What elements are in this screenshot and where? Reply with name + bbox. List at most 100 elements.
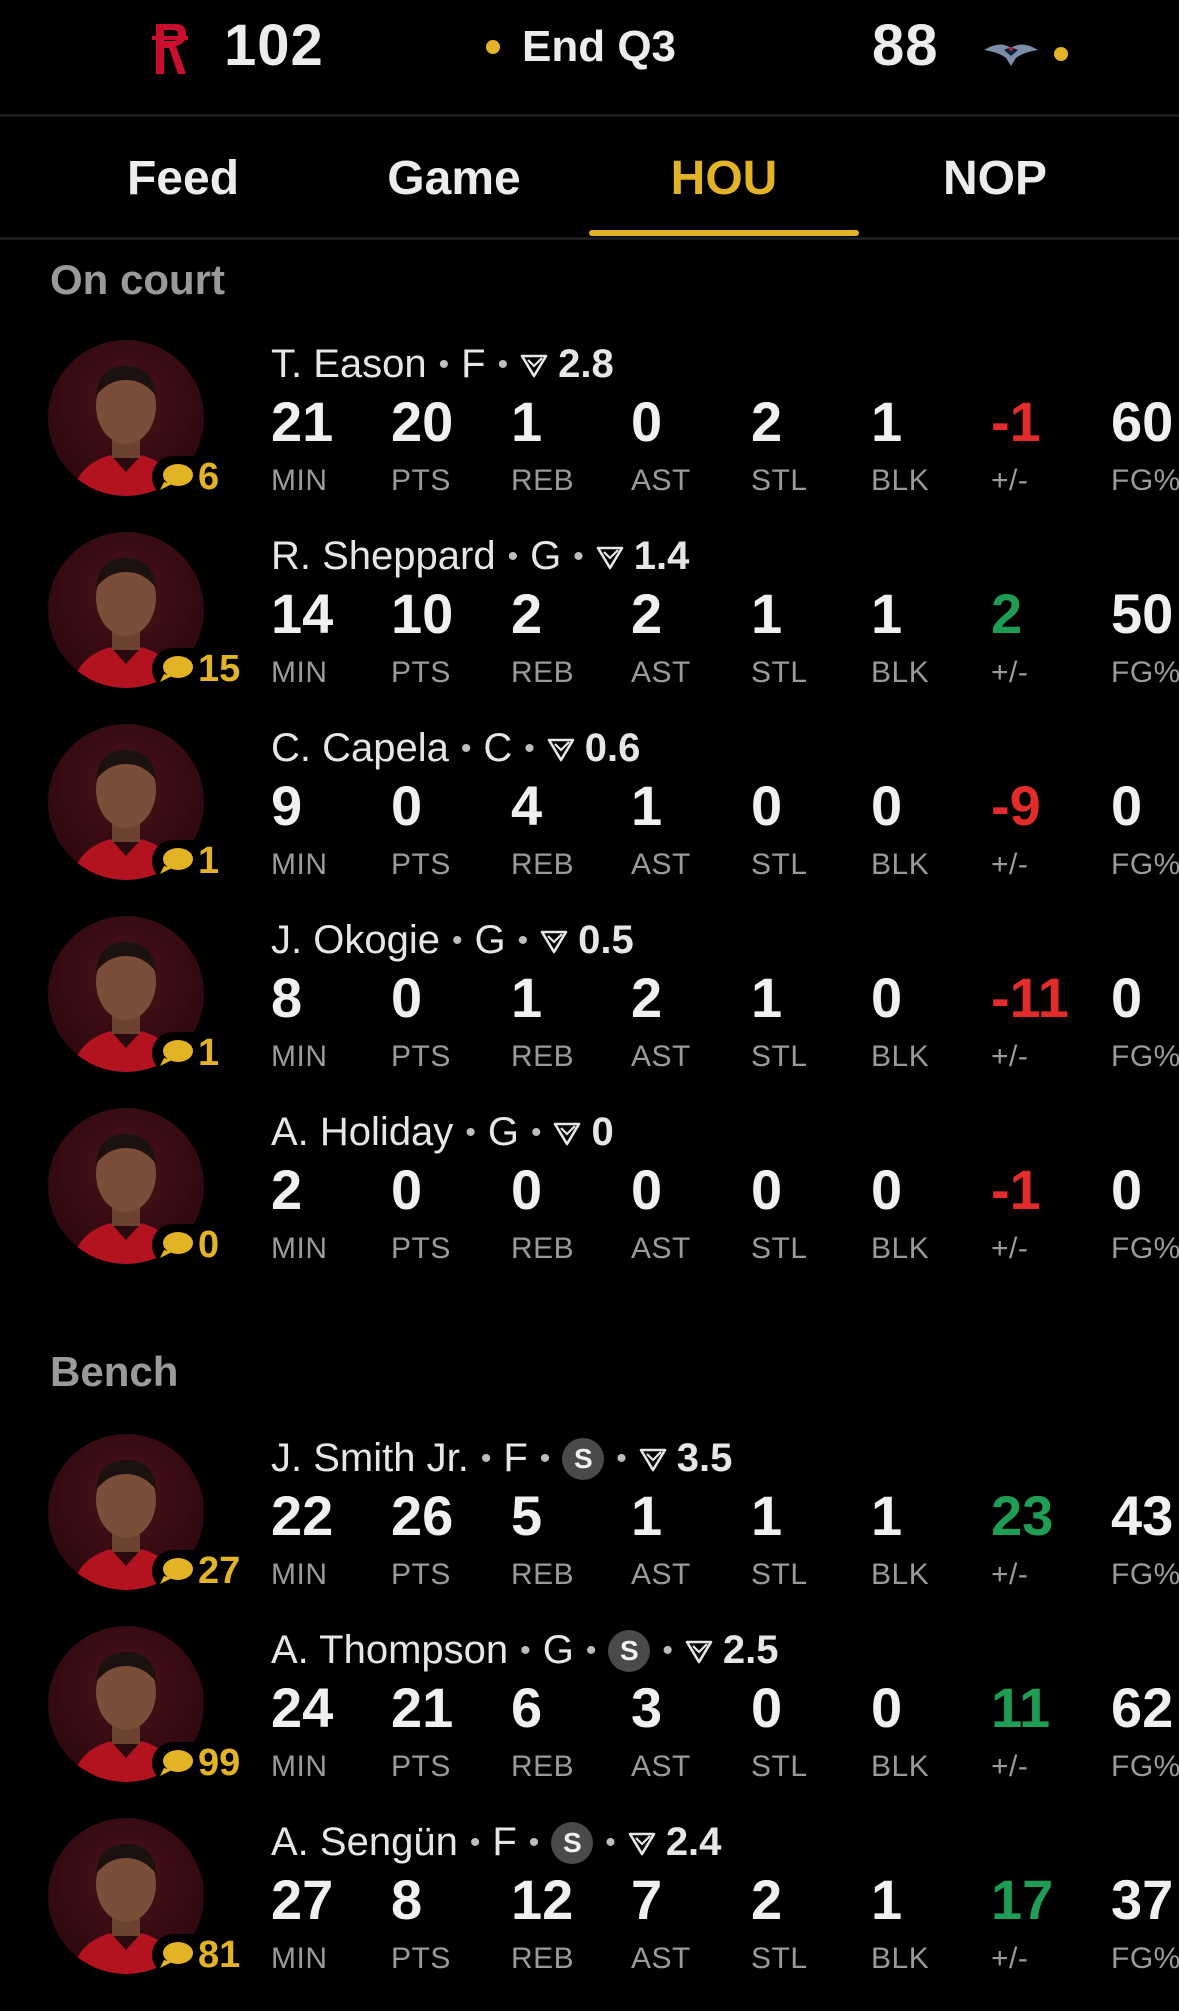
player-row[interactable]: 0 A. Holiday • G • 0 2 MIN 0 PTS 0 REB 0 AST 0 STL 0 BLK -…: [0, 1098, 1179, 1290]
stat-value: 20: [391, 390, 454, 453]
stat-value: 14: [271, 582, 334, 645]
comment-count[interactable]: 99: [152, 1742, 245, 1784]
stat-pts: 26 PTS: [391, 1488, 521, 1592]
player-position: G: [487, 1110, 519, 1154]
stat-label: AST: [631, 1558, 691, 1591]
player-row[interactable]: 15 R. Sheppard • G • 1.4 14 MIN 10 PTS 2 REB 2 AST 1 ST…: [0, 522, 1179, 714]
game-status: End Q3: [486, 22, 676, 72]
stat-value: 1: [871, 390, 903, 453]
player-position: F: [503, 1436, 528, 1480]
stat-ast: 3 AST: [631, 1680, 761, 1784]
stat-label: BLK: [871, 848, 930, 881]
stat-value: -9: [991, 774, 1041, 837]
player-row[interactable]: 6 T. Eason • F • 2.8 21 MIN 20 PTS 1 REB 0 AST 2 STL 1 BL…: [0, 330, 1179, 522]
stat-label: PTS: [391, 848, 451, 881]
stat-stl: 1 STL: [751, 1488, 881, 1592]
player-position: F: [492, 1820, 517, 1864]
comment-count[interactable]: 15: [152, 648, 245, 690]
stat-label: +/-: [991, 1040, 1029, 1073]
stat-label: PTS: [391, 1750, 451, 1783]
player-row[interactable]: 1 J. Okogie • G • 0.5 8 MIN 0 PTS 1 REB 2 AST 1 STL 0 BLK…: [0, 906, 1179, 1098]
stat-value: 2: [751, 390, 783, 453]
stat-value: -11: [991, 966, 1069, 1029]
stat-label: FG%: [1111, 1942, 1179, 1975]
tab-game[interactable]: Game: [319, 116, 589, 240]
stat-label: MIN: [271, 1040, 328, 1073]
stat-label: REB: [511, 1942, 575, 1975]
away-team-logo[interactable]: [982, 38, 1040, 68]
player-rating: 2.4: [665, 1820, 722, 1864]
stat-label: MIN: [271, 656, 328, 689]
comment-count[interactable]: 1: [152, 1032, 224, 1074]
stat-label: FG%: [1111, 1558, 1179, 1591]
stat-value: 0: [871, 966, 903, 1029]
stat-value: 1: [631, 1484, 663, 1547]
stat-min: 8 MIN: [271, 970, 401, 1074]
stat-label: MIN: [271, 464, 328, 497]
player-name: J. Okogie: [271, 918, 440, 962]
stat-value: 50: [1111, 582, 1174, 645]
stat-label: FG%: [1111, 1040, 1179, 1073]
tab-nop[interactable]: NOP: [860, 116, 1130, 240]
stat-label: STL: [751, 656, 808, 689]
stat-label: REB: [511, 1040, 575, 1073]
stat-value: 0: [391, 966, 423, 1029]
stat-value: 2: [631, 966, 663, 1029]
comment-count[interactable]: 0: [152, 1224, 224, 1266]
stat-reb: 2 REB: [511, 586, 641, 690]
stat-value: 24: [271, 1676, 334, 1739]
stat-blk: 0 BLK: [871, 778, 1001, 882]
player-row[interactable]: 81 A. Sengün • F • S • 2.4 27 MIN 8 PTS 12 REB 7 AST 2 ST…: [0, 1808, 1179, 2000]
stat-ast: 1 AST: [631, 778, 761, 882]
starter-badge: S: [562, 1437, 605, 1480]
separator-dot: •: [662, 1633, 673, 1667]
scoreboard: 102 End Q3 88: [0, 0, 1179, 112]
tabs-divider: [0, 237, 1179, 240]
player-name: R. Sheppard: [271, 534, 496, 578]
player-row[interactable]: 1 C. Capela • C • 0.6 9 MIN 0 PTS 4 REB 1 AST 0 STL 0 BLK…: [0, 714, 1179, 906]
tab-bar: Feed Game HOU NOP: [0, 116, 1179, 240]
section-on-court-title: On court: [50, 256, 225, 303]
comment-count[interactable]: 1: [152, 840, 224, 882]
stat-label: PTS: [391, 1942, 451, 1975]
player-row[interactable]: 27 J. Smith Jr. • F • S • 3.5 22 MIN 26 PTS 5 REB 1 AST…: [0, 1424, 1179, 1616]
player-info-line: C. Capela • C • 0.6: [271, 726, 640, 771]
stat-ast: 2 AST: [631, 970, 761, 1074]
player-name: J. Smith Jr.: [271, 1436, 469, 1480]
stat-label: +/-: [991, 1558, 1029, 1591]
stat-ast: 1 AST: [631, 1488, 761, 1592]
comment-bubble-icon: [160, 656, 193, 682]
stat-label: STL: [751, 464, 808, 497]
stat-label: PTS: [391, 656, 451, 689]
stat-value: 2: [271, 1158, 303, 1221]
stat-fg-pct: 0 FG%: [1111, 778, 1179, 882]
stat-label: MIN: [271, 1232, 328, 1265]
tab-hou[interactable]: HOU: [589, 116, 859, 240]
player-row[interactable]: 99 A. Thompson • G • S • 2.5 24 MIN 21 PTS 6 REB 3 AST 0…: [0, 1616, 1179, 1808]
stat-value: 0: [511, 1158, 543, 1221]
player-info-line: A. Holiday • G • 0: [271, 1110, 614, 1155]
stat-min: 14 MIN: [271, 586, 401, 690]
stat-fg-pct: 50 FG%: [1111, 586, 1179, 690]
stat-plus-minus: 17 +/-: [991, 1872, 1121, 1976]
rating-triangle-icon: [547, 738, 575, 761]
comment-count[interactable]: 6: [152, 456, 224, 498]
stat-label: REB: [511, 1558, 575, 1591]
rating-triangle-icon: [685, 1640, 713, 1663]
comment-count[interactable]: 27: [152, 1550, 245, 1592]
stat-value: 8: [391, 1868, 423, 1931]
home-score: 102: [224, 13, 324, 78]
stat-value: 1: [871, 1868, 903, 1931]
stat-label: REB: [511, 464, 575, 497]
stat-value: 2: [511, 582, 543, 645]
stat-label: PTS: [391, 1558, 451, 1591]
stat-value: 1: [751, 582, 783, 645]
stat-value: 3: [631, 1676, 663, 1739]
player-position: F: [461, 342, 486, 386]
comment-count[interactable]: 81: [152, 1934, 245, 1976]
stat-label: REB: [511, 1232, 575, 1265]
tab-feed[interactable]: Feed: [48, 116, 318, 240]
stat-label: +/-: [991, 848, 1029, 881]
home-team-logo[interactable]: [148, 18, 192, 80]
separator-dot: •: [469, 1825, 481, 1859]
